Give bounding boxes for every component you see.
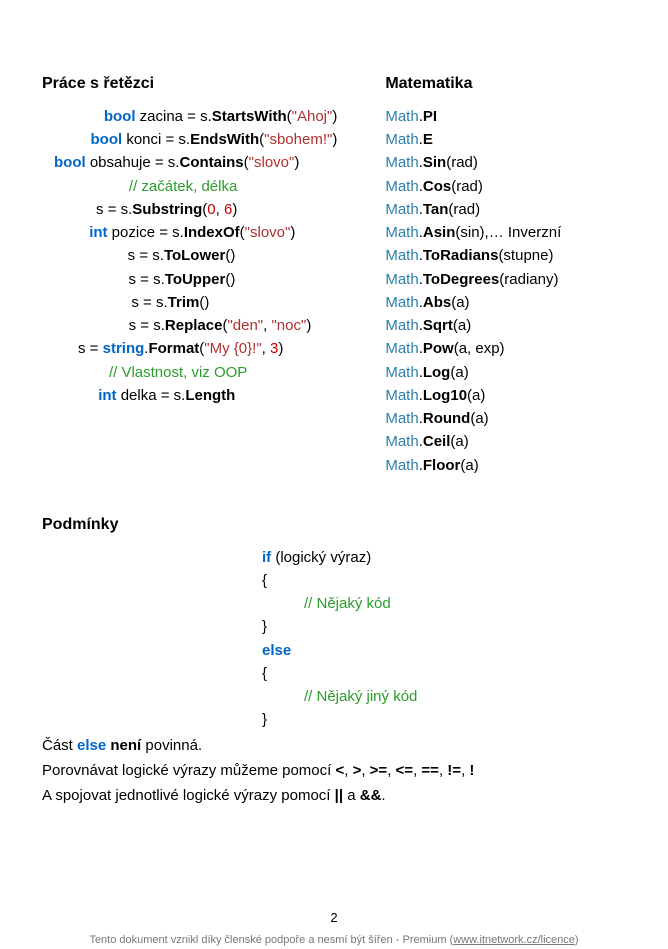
math-section: Matematika Math.PI Math.E Math.Sin(rad) … [385, 72, 626, 477]
math-code: Math.PI Math.E Math.Sin(rad) Math.Cos(ra… [385, 105, 626, 477]
conditions-section: Podmínky if (logický výraz) { // Nějaký … [42, 513, 626, 808]
cond-note-3: A spojovat jednotlivé logické výrazy pom… [42, 784, 626, 807]
math-heading: Matematika [385, 72, 626, 97]
page-number: 2 [0, 908, 668, 928]
strings-section: Práce s řetězci bool zacina = s.StartsWi… [42, 72, 385, 407]
page-footer: 2 Tento dokument vznikl díky členské pod… [0, 908, 668, 949]
cond-note-1: Část else není povinná. [42, 734, 626, 757]
cond-note-2: Porovnávat logické výrazy můžeme pomocí … [42, 759, 626, 782]
strings-heading: Práce s řetězci [42, 72, 385, 97]
footer-link[interactable]: www.itnetwork.cz/licence [453, 934, 575, 946]
strings-code: bool zacina = s.StartsWith("Ahoj") bool … [42, 105, 385, 407]
conditions-heading: Podmínky [42, 513, 626, 538]
conditions-code: if (logický výraz) { // Nějaký kód } els… [42, 546, 626, 732]
